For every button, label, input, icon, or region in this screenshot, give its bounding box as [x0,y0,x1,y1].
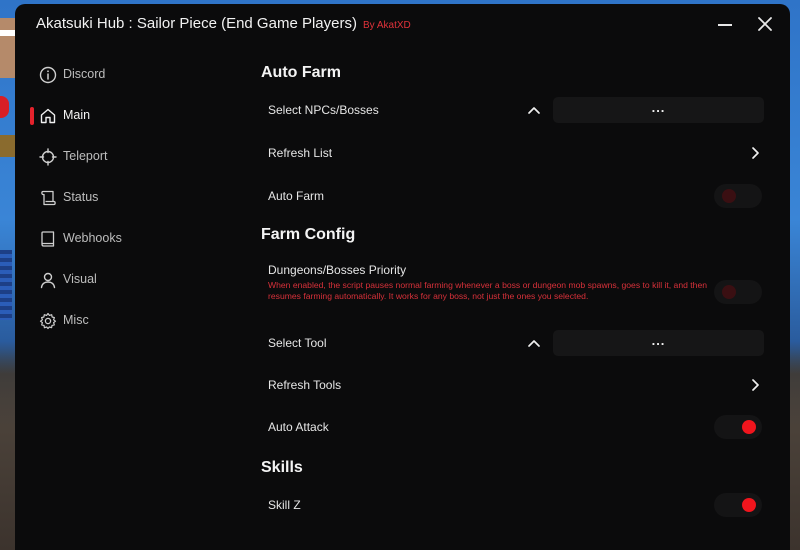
toggle-knob [722,189,736,203]
home-icon [40,108,56,124]
sidebar-item-label: Webhooks [63,231,122,245]
info-icon [39,66,57,84]
book-icon [41,231,55,247]
row-label: Select Tool [268,336,327,350]
dropdown-value-box[interactable]: ... [553,330,764,356]
background-scenery [0,135,16,157]
row-label: Auto Farm [268,189,325,203]
row-label: Refresh Tools [268,378,342,392]
refresh-list-button[interactable]: Refresh List [253,136,766,170]
boss-priority-toggle[interactable] [714,280,762,304]
chevron-right-icon [752,147,759,159]
background-scenery [0,250,12,320]
boss-priority-row: Dungeons/Bosses Priority When enabled, t… [253,260,766,320]
dropdown-value-box[interactable]: ... [553,97,764,123]
skill-z-row: Skill Z [253,488,766,522]
sidebar-item-discord[interactable]: Discord [27,58,217,92]
sidebar-item-label: Teleport [63,149,108,163]
auto-farm-row: Auto Farm [253,179,766,213]
select-tool-dropdown[interactable]: Select Tool ... [253,325,766,361]
sidebar-item-label: Visual [63,272,97,286]
chevron-right-icon [752,379,759,391]
chevron-up-icon[interactable] [527,105,541,115]
auto-attack-row: Auto Attack [253,410,766,444]
sidebar-item-label: Status [63,190,99,204]
section-title-farm-config: Farm Config [261,226,356,243]
sidebar-item-main[interactable]: Main [27,99,217,133]
gear-icon [39,312,57,330]
toggle-knob [742,498,756,512]
user-icon [40,272,56,289]
auto-attack-toggle[interactable] [714,415,762,439]
sidebar-item-visual[interactable]: Visual [27,263,217,297]
background-scenery [0,96,9,118]
refresh-tools-button[interactable]: Refresh Tools [253,368,766,402]
toggle-knob [722,285,736,299]
section-title-skills: Skills [261,459,303,476]
main-content: Auto Farm Select NPCs/Bosses ... Refresh… [253,4,790,550]
crosshair-icon [39,148,57,166]
sidebar-item-misc[interactable]: Misc [27,304,217,338]
sidebar-item-teleport[interactable]: Teleport [27,140,217,174]
select-npcs-dropdown[interactable]: Select NPCs/Bosses ... [253,92,766,128]
hub-window: Akatsuki Hub : Sailor Piece (End Game Pl… [15,4,790,550]
sidebar-item-label: Discord [63,67,106,81]
row-label: Refresh List [268,146,333,160]
active-indicator [30,107,34,125]
chevron-up-icon[interactable] [527,338,541,348]
row-label: Skill Z [268,498,301,512]
row-label: Dungeons/Bosses Priority [268,263,407,277]
row-label: Auto Attack [268,420,329,434]
row-label: Select NPCs/Bosses [268,103,379,117]
section-title-auto-farm: Auto Farm [261,64,341,81]
scroll-icon [41,190,56,206]
sidebar-item-label: Main [63,108,91,122]
sidebar-item-label: Misc [63,313,89,327]
auto-farm-toggle[interactable] [714,184,762,208]
boss-priority-description: When enabled, the script pauses normal f… [268,280,708,301]
skill-z-toggle[interactable] [714,493,762,517]
sidebar-item-webhooks[interactable]: Webhooks [27,222,217,256]
sidebar-item-status[interactable]: Status [27,181,217,215]
toggle-knob [742,420,756,434]
dropdown-value: ... [651,100,666,115]
background-scenery [0,30,16,36]
dropdown-value: ... [651,333,666,348]
